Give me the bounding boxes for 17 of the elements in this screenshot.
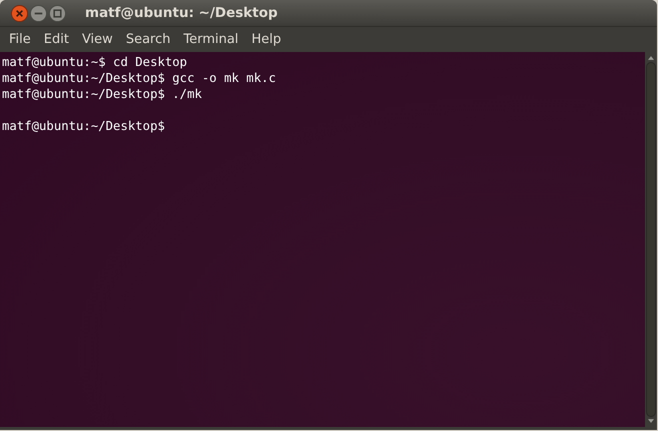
menu-item[interactable]: Help — [251, 32, 282, 47]
minimize-icon[interactable] — [30, 4, 47, 22]
scroll-down-icon[interactable] — [648, 419, 654, 423]
menu-item[interactable]: File — [9, 32, 31, 47]
close-icon[interactable] — [11, 4, 28, 22]
terminal-line: matf@ubuntu:~$ cd Desktop — [2, 54, 188, 70]
maximize-icon[interactable] — [49, 4, 66, 22]
menu-item[interactable]: Search — [126, 32, 170, 47]
terminal-line: matf@ubuntu:~/Desktop$ — [2, 118, 166, 134]
scroll-up-icon[interactable] — [648, 56, 654, 60]
terminal-line: matf@ubuntu:~/Desktop$ ./mk — [2, 86, 203, 102]
menu-item[interactable]: Terminal — [183, 32, 238, 47]
menu-item[interactable]: Edit — [44, 32, 69, 47]
window-title: matf@ubuntu: ~/Desktop — [85, 5, 278, 21]
menu-item[interactable]: View — [82, 32, 113, 47]
scrollbar-thumb[interactable] — [646, 62, 656, 417]
terminal-line: matf@ubuntu:~/Desktop$ gcc -o mk mk.c — [2, 70, 277, 86]
